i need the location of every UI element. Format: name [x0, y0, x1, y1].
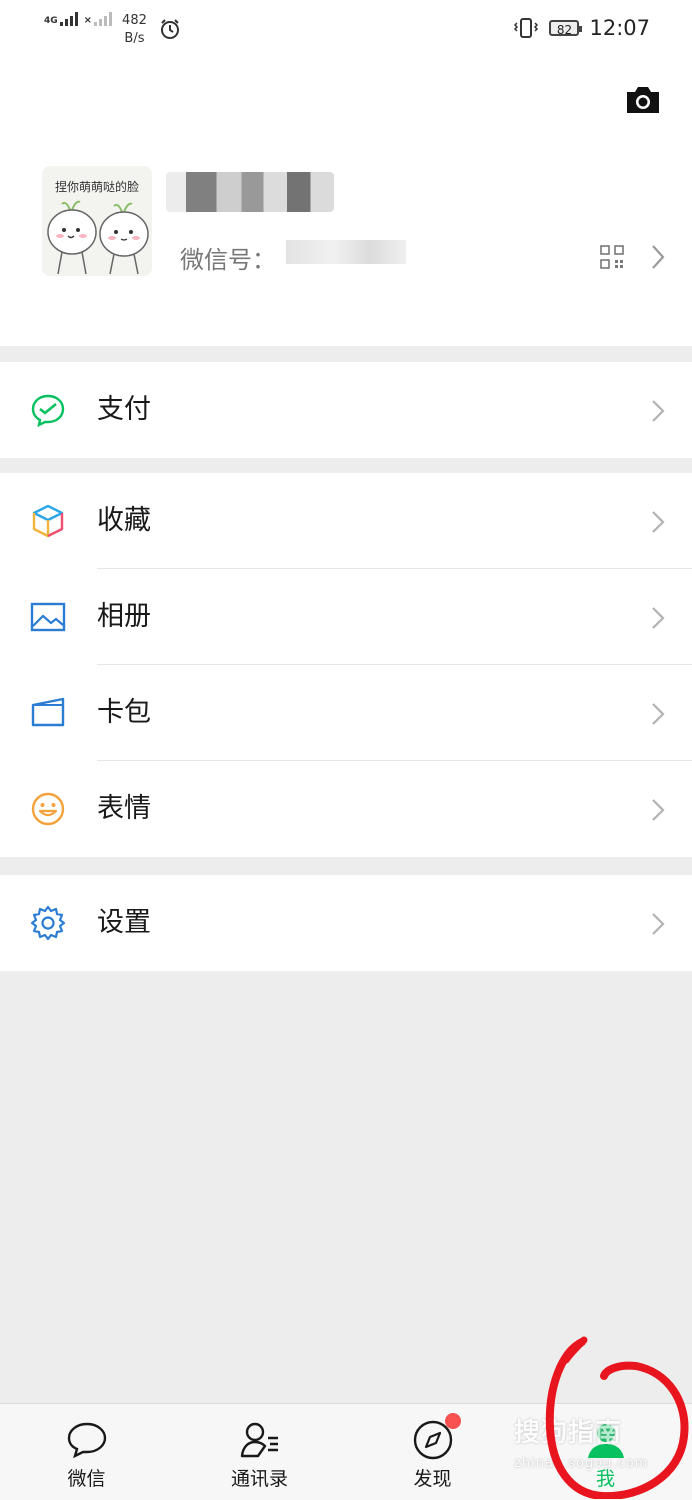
menu-item-favorites[interactable]: 收藏	[0, 473, 692, 569]
cellular-signal-icon: 4G	[44, 12, 78, 26]
wechat-id-label: 微信号：	[180, 246, 276, 274]
menu-item-cards[interactable]: 卡包	[0, 665, 692, 761]
status-bar: 4G × 482 B/s 82 12:07	[0, 0, 692, 60]
menu-item-pay[interactable]: 支付	[0, 362, 692, 458]
watermark-text: 搜狗指南	[514, 1418, 623, 1448]
wechat-id-blurred	[286, 240, 406, 264]
nickname-blurred	[166, 172, 334, 212]
chevron-right-icon	[652, 913, 665, 935]
sticker-smile-icon	[31, 792, 65, 826]
menu-group-pay: 支付	[0, 362, 692, 458]
tab-discover[interactable]: 发现	[346, 1404, 519, 1500]
settings-gear-icon	[30, 905, 66, 941]
chevron-right-icon	[652, 245, 665, 269]
camera-icon[interactable]	[624, 84, 662, 116]
menu-group-settings: 设置	[0, 875, 692, 971]
chevron-right-icon	[652, 703, 665, 725]
alarm-icon	[160, 19, 179, 39]
vibrate-icon	[514, 18, 539, 38]
pay-icon	[31, 394, 65, 428]
menu-item-settings[interactable]: 设置	[0, 875, 692, 971]
avatar[interactable]: 捏你萌萌哒的脸	[42, 166, 152, 276]
tab-chats[interactable]: 微信	[0, 1404, 173, 1500]
chat-bubble-icon	[67, 1422, 106, 1459]
menu-group-main: 收藏 相册 卡包 表情	[0, 473, 692, 857]
chevron-right-icon	[652, 799, 665, 821]
tab-contacts[interactable]: 通讯录	[173, 1404, 346, 1500]
clock: 12:07	[589, 16, 650, 40]
avatar-image	[47, 200, 149, 275]
chevron-right-icon	[652, 511, 665, 533]
watermark-url: zhinan.sogou.com	[514, 1456, 649, 1471]
profile-header[interactable]: 捏你萌萌哒的脸 微信号：	[0, 60, 692, 346]
discover-badge-dot	[445, 1413, 461, 1429]
qr-code-icon[interactable]	[600, 245, 624, 269]
chevron-right-icon	[652, 607, 665, 629]
album-icon	[30, 602, 66, 632]
chevron-right-icon	[652, 400, 665, 422]
battery-indicator: 82	[549, 20, 583, 37]
menu-item-album[interactable]: 相册	[0, 569, 692, 665]
card-wallet-icon	[31, 697, 65, 727]
network-speed: 482 B/s	[122, 13, 147, 46]
menu-item-stickers[interactable]: 表情	[0, 761, 692, 857]
favorites-icon	[32, 504, 64, 538]
no-signal-icon: ×	[84, 12, 113, 26]
contacts-icon	[240, 1422, 278, 1458]
